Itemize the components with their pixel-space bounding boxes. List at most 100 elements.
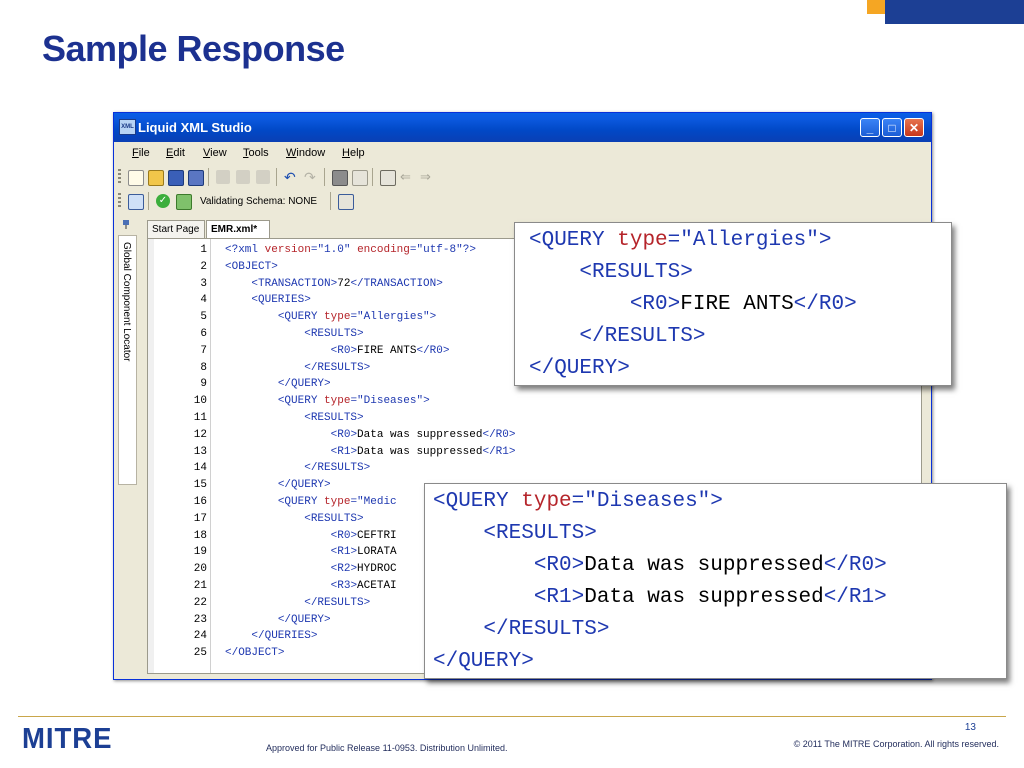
- callout-line: </RESULTS>: [579, 325, 706, 348]
- callout-line: <R0>Data was suppressed</R0>: [533, 554, 887, 577]
- callout-diseases-zoom: <QUERY type="Diseases"> <RESULTS> <R0>Da…: [424, 483, 1007, 679]
- line-number: 15: [193, 479, 207, 492]
- open-folder-icon[interactable]: [148, 170, 164, 186]
- code-text: </RESULTS>: [304, 361, 371, 374]
- callout-allergies-zoom: <QUERY type="Allergies"> <RESULTS> <R0>F…: [514, 222, 952, 386]
- corner-accent-orange: [867, 0, 885, 14]
- code-text: </QUERY>: [277, 378, 331, 391]
- schema-toolbar: ✓ Validating Schema: NONE: [118, 190, 378, 212]
- external-icon[interactable]: [380, 170, 396, 186]
- menu-tools[interactable]: Tools: [243, 147, 269, 159]
- copy-icon[interactable]: [236, 170, 250, 184]
- schema-tree-icon[interactable]: [128, 194, 144, 210]
- forward-arrow-icon[interactable]: ⇒: [420, 170, 434, 184]
- code-text: <R0>CEFTRI: [330, 529, 397, 542]
- validate-check-icon[interactable]: ✓: [156, 194, 170, 208]
- maximize-button[interactable]: □: [882, 118, 902, 137]
- toolbar-separator: [372, 168, 373, 186]
- toolbar-separator: [330, 192, 331, 210]
- save-all-icon[interactable]: [188, 170, 204, 186]
- side-tab-label: Global Component Locator: [121, 242, 132, 362]
- code-text: <QUERY type="Diseases">: [277, 395, 430, 408]
- code-text: <OBJECT>: [225, 260, 278, 273]
- pin-icon[interactable]: [121, 217, 133, 229]
- tab-start-page[interactable]: Start Page: [147, 220, 205, 238]
- code-text: </RESULTS>: [304, 596, 371, 609]
- code-text: <R0>FIRE ANTS</R0>: [330, 344, 450, 357]
- window-titlebar[interactable]: XML Liquid XML Studio _ □ ✕: [114, 113, 931, 142]
- global-component-locator-tab[interactable]: Global Component Locator: [118, 235, 137, 485]
- code-text: </QUERY>: [277, 613, 331, 626]
- code-text: <RESULTS>: [304, 328, 364, 340]
- callout-line: <R1>Data was suppressed</R1>: [533, 586, 887, 609]
- toolbar-grip[interactable]: [118, 169, 121, 185]
- callout-line: <QUERY type="Diseases">: [433, 490, 723, 513]
- schema-doc-icon[interactable]: [338, 194, 354, 210]
- line-number: 24: [193, 630, 207, 643]
- page-number: 13: [964, 722, 976, 733]
- code-text: <R1>LORATA: [330, 546, 397, 559]
- save-icon[interactable]: [168, 170, 184, 186]
- line-number: 12: [193, 428, 207, 441]
- line-number: 14: [193, 462, 207, 475]
- new-file-icon[interactable]: [128, 170, 144, 186]
- line-number: 6: [200, 328, 207, 340]
- schema-status-label[interactable]: Validating Schema: NONE: [200, 196, 317, 207]
- schema-validation-icon[interactable]: [176, 194, 192, 210]
- code-text: <R3>ACETAI: [330, 580, 397, 592]
- callout-line: <R0>FIRE ANTS</R0>: [629, 293, 857, 316]
- undo-icon[interactable]: ↶: [284, 170, 298, 184]
- paste-icon[interactable]: [256, 170, 270, 184]
- line-number: 1: [200, 244, 207, 256]
- line-number: 18: [193, 529, 207, 542]
- line-number: 3: [200, 277, 207, 290]
- tab-emr-xml[interactable]: EMR.xml*: [206, 220, 270, 238]
- line-number: 11: [193, 412, 207, 424]
- cut-icon[interactable]: [216, 170, 230, 184]
- code-text: <R0>Data was suppressed</R0>: [330, 428, 516, 441]
- code-text: </OBJECT>: [225, 647, 285, 660]
- menu-help[interactable]: Help: [342, 147, 365, 159]
- toolbar-grip[interactable]: [118, 193, 121, 209]
- line-number: 25: [193, 647, 207, 660]
- line-number: 21: [193, 580, 207, 592]
- window-title: Liquid XML Studio: [138, 120, 252, 135]
- line-number: 16: [193, 496, 207, 508]
- line-number: 20: [193, 563, 207, 576]
- toolbar-separator: [148, 192, 149, 210]
- print-preview-icon[interactable]: [352, 170, 368, 186]
- line-number: 23: [193, 613, 207, 626]
- callout-line: </RESULTS>: [483, 618, 610, 641]
- back-arrow-icon[interactable]: ⇐: [400, 170, 414, 184]
- code-text: <RESULTS>: [304, 512, 364, 525]
- close-button[interactable]: ✕: [904, 118, 924, 137]
- corner-accent-blue: [885, 0, 1024, 24]
- code-text: <?xml version="1.0" encoding="utf-8"?>: [225, 244, 476, 256]
- slide-title: Sample Response: [42, 28, 345, 69]
- line-number-gutter: [210, 239, 211, 673]
- callout-line: <RESULTS>: [579, 261, 693, 284]
- minimize-button[interactable]: _: [860, 118, 880, 137]
- code-text: </QUERIES>: [251, 630, 318, 643]
- code-text: </RESULTS>: [304, 462, 371, 475]
- menu-edit[interactable]: Edit: [166, 147, 185, 159]
- print-icon[interactable]: [332, 170, 348, 186]
- redo-icon[interactable]: ↷: [304, 170, 318, 184]
- code-text: <R1>Data was suppressed</R1>: [330, 445, 516, 458]
- toolbar-separator: [208, 168, 209, 186]
- code-text: <QUERIES>: [251, 294, 311, 307]
- line-number: 4: [200, 294, 207, 307]
- toolbar-separator: [324, 168, 325, 186]
- line-number: 13: [193, 445, 207, 458]
- mitre-logo: MITRE: [22, 723, 113, 755]
- code-text: </QUERY>: [277, 479, 331, 492]
- line-number: 17: [193, 512, 207, 525]
- line-number: 2: [200, 260, 207, 273]
- callout-line: <RESULTS>: [483, 522, 597, 545]
- footer-divider: [18, 716, 1006, 717]
- menu-view[interactable]: View: [203, 147, 227, 159]
- line-number: 19: [193, 546, 207, 559]
- callout-line: </QUERY>: [433, 650, 534, 673]
- menu-window[interactable]: Window: [286, 147, 325, 159]
- menu-file[interactable]: File: [132, 147, 150, 159]
